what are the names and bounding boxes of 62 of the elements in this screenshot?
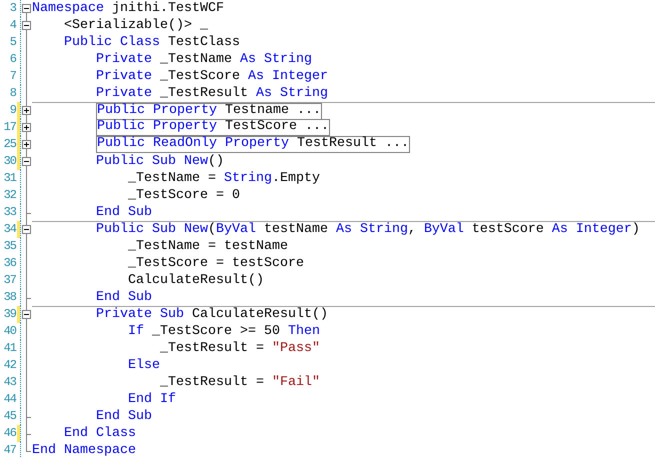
expand-icon[interactable]: [22, 106, 31, 115]
code-line: Private _TestScore As Integer: [94, 68, 328, 85]
collapse-icon[interactable]: [22, 21, 31, 30]
code-line: Else: [126, 357, 160, 374]
collapse-icon[interactable]: [22, 157, 31, 166]
code-line: End Sub: [94, 289, 152, 306]
line-number: 44: [2, 391, 16, 408]
line-number: 5: [8, 34, 16, 51]
line-number: 36: [2, 255, 16, 272]
collapsed-block[interactable]: Public ReadOnly Property TestResult ...: [96, 136, 410, 153]
code-line: Private Sub CalculateResult(): [94, 307, 328, 323]
line-number: 17: [2, 119, 16, 136]
collapsed-block[interactable]: Public Property TestScore ...: [96, 119, 330, 136]
line-number: 35: [2, 238, 16, 255]
code-line: _TestResult = "Pass": [158, 340, 320, 357]
code-line: Private _TestName As String: [94, 51, 312, 68]
line-number: 37: [2, 272, 16, 289]
code-line: CalculateResult(): [126, 272, 264, 289]
code-line: Public Class TestClass: [62, 34, 240, 51]
line-number: 40: [2, 323, 16, 340]
line-number: 39: [2, 306, 16, 323]
code-line: Public Sub New(): [94, 153, 224, 170]
collapse-icon[interactable]: [22, 310, 31, 319]
code-line: Private _TestResult As String: [94, 85, 328, 102]
code-line: End Sub: [94, 204, 152, 221]
line-number: 46: [2, 425, 16, 442]
line-number: 38: [2, 289, 16, 306]
code-line: Public Sub New(ByVal testName As String, ByVal testScore As Integer): [94, 222, 640, 238]
line-number: 42: [2, 357, 16, 374]
line-number: 34: [2, 221, 16, 238]
line-number: 41: [2, 340, 16, 357]
expand-icon[interactable]: [22, 140, 31, 149]
line-number: 33: [2, 204, 16, 221]
code-line: _TestName = testName: [126, 238, 288, 255]
line-number: 25: [2, 136, 16, 153]
code-line: If _TestScore >= 50 Then: [126, 323, 320, 340]
code-line: _TestScore = testScore: [126, 255, 304, 272]
code-line: End Class: [62, 425, 136, 442]
collapse-icon[interactable]: [22, 4, 31, 13]
line-number: 45: [2, 408, 16, 425]
line-number: 8: [8, 85, 16, 102]
code-line: <Serializable()> _: [62, 17, 208, 34]
line-number: 4: [8, 17, 16, 34]
line-number: 47: [2, 442, 16, 458]
line-number: 32: [2, 187, 16, 204]
line-number: 7: [8, 68, 16, 85]
line-number: 31: [2, 170, 16, 187]
code-line: End Namespace: [32, 442, 136, 458]
code-line: _TestResult = "Fail": [158, 374, 320, 391]
line-number: 3: [8, 0, 16, 17]
code-line: _TestScore = 0: [126, 187, 240, 204]
code-line: End Sub: [94, 408, 152, 425]
line-number: 6: [8, 51, 16, 68]
collapse-icon[interactable]: [22, 225, 31, 234]
collapsed-block[interactable]: Public Property Testname ...: [96, 103, 322, 120]
line-number: 30: [2, 153, 16, 170]
code-line: End If: [126, 391, 176, 408]
line-number: 9: [8, 102, 16, 119]
code-line: Namespace jnithi.TestWCF: [32, 0, 224, 17]
code-line: _TestName = String.Empty: [126, 170, 320, 187]
line-number: 43: [2, 374, 16, 391]
expand-icon[interactable]: [22, 123, 31, 132]
